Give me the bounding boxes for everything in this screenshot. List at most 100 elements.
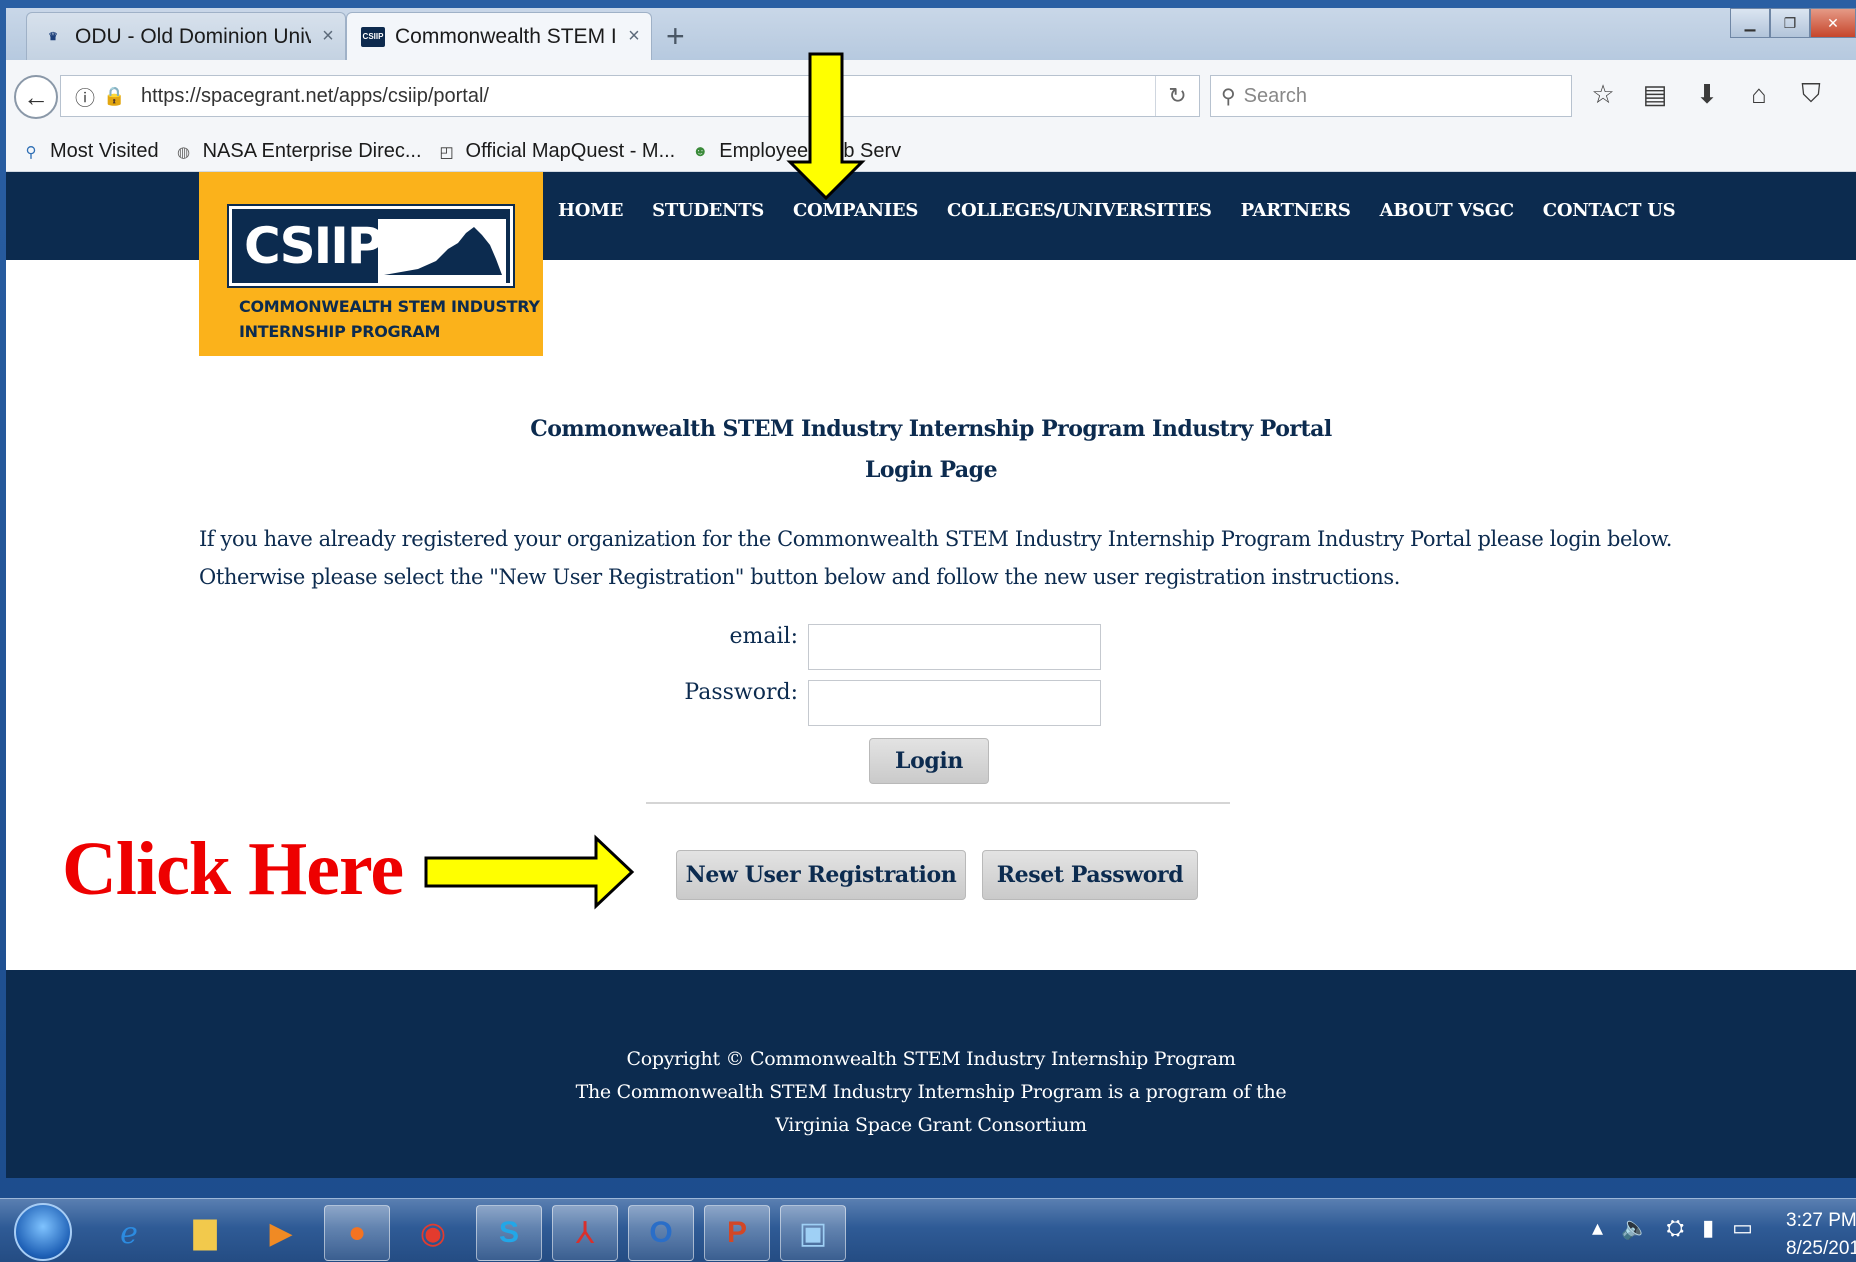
nav-students[interactable]: STUDENTS (652, 200, 764, 221)
nav-companies[interactable]: COMPANIES (793, 200, 918, 221)
tab-odu[interactable]: ♛ ODU - Old Dominion Univ... × (26, 12, 346, 60)
info-icon[interactable]: ⓘ (75, 82, 103, 111)
close-tab-icon[interactable]: × (311, 25, 345, 48)
logo-tagline: COMMONWEALTH STEM INDUSTRY INTERNSHIP PR… (239, 294, 540, 344)
divider (646, 802, 1230, 804)
browser-navbar: ← ⓘ 🔒 https://spacegrant.net/apps/csiip/… (6, 60, 1856, 132)
email-input[interactable] (809, 625, 1100, 669)
skype-icon[interactable]: S (476, 1205, 542, 1261)
minimize-icon[interactable]: ▁ (1730, 8, 1770, 38)
system-tray: ▴ 🔈 ⛭ ▮ ▭ (1592, 1215, 1753, 1241)
intro-line: If you have already registered your orga… (199, 527, 1672, 551)
people-icon: ☻ (692, 143, 709, 160)
reset-password-button[interactable]: Reset Password (982, 850, 1198, 900)
lock-icon: 🔒 (103, 85, 126, 106)
bookmarks-bar: ⚲ Most Visited ◍ NASA Enterprise Direc..… (6, 132, 1856, 172)
tab-csiip[interactable]: CSIIP Commonwealth STEM Ind... × (346, 12, 652, 60)
nav-about[interactable]: ABOUT VSGC (1380, 200, 1515, 221)
close-window-icon[interactable]: ✕ (1810, 8, 1856, 38)
chrome-icon[interactable]: ◉ (400, 1205, 466, 1261)
email-label: email: (729, 624, 798, 649)
reload-icon[interactable]: ↻ (1155, 76, 1199, 116)
home-icon[interactable]: ⌂ (1742, 74, 1776, 114)
power-icon[interactable]: ▮ (1702, 1215, 1714, 1241)
footer-copyright: Copyright © Commonwealth STEM Industry I… (626, 1048, 1236, 1070)
show-hidden-icons-icon[interactable]: ▴ (1592, 1215, 1603, 1241)
nav-partners[interactable]: PARTNERS (1241, 200, 1351, 221)
nav-home[interactable]: HOME (558, 200, 623, 221)
address-bar[interactable]: ⓘ 🔒 https://spacegrant.net/apps/csiip/po… (60, 75, 1200, 117)
most-visited-icon: ⚲ (25, 143, 37, 161)
internet-explorer-icon[interactable]: e (96, 1205, 162, 1261)
url-text[interactable]: https://spacegrant.net/apps/csiip/portal… (141, 85, 489, 108)
page-subtitle: Login Page (864, 457, 998, 483)
new-tab-button[interactable]: + (666, 18, 685, 55)
virginia-map-icon (378, 219, 506, 283)
click-here-annotation: Click Here (62, 827, 404, 911)
logo-tagline-line: COMMONWEALTH STEM INDUSTRY (239, 297, 540, 316)
email-field[interactable] (808, 624, 1101, 670)
bookmark-label: Most Visited (50, 140, 159, 162)
bookmark-label: Official MapQuest - M... (465, 140, 676, 162)
clock-time: 3:27 PM (1786, 1210, 1856, 1231)
password-label: Password: (684, 680, 798, 705)
right-arrow-annotation (424, 834, 635, 910)
search-icon: ⚲ (1221, 85, 1236, 108)
bookmark-nasa[interactable]: ◍ NASA Enterprise Direc... (173, 140, 422, 163)
windows-taskbar: e ▇ ▶ ● ◉ S ⅄ O P ▣ ▴ 🔈 ⛭ ▮ ▭ 3:27 PM 8/… (0, 1198, 1856, 1262)
powerpoint-icon[interactable]: P (704, 1205, 770, 1261)
map-icon: ◰ (439, 143, 454, 161)
tab-title: ODU - Old Dominion Univ... (75, 24, 311, 48)
taskbar-clock[interactable]: 3:27 PM 8/25/201 (1786, 1207, 1856, 1262)
main-nav: HOME STUDENTS COMPANIES COLLEGES/UNIVERS… (558, 200, 1704, 221)
restore-icon[interactable]: ❐ (1770, 8, 1810, 38)
bookmark-star-icon[interactable]: ☆ (1586, 74, 1620, 114)
start-button[interactable] (14, 1203, 72, 1261)
window-controls: ▁ ❐ ✕ (1730, 8, 1856, 38)
back-button[interactable]: ← (14, 75, 58, 119)
clock-date: 8/25/201 (1786, 1238, 1856, 1259)
nav-colleges[interactable]: COLLEGES/UNIVERSITIES (947, 200, 1212, 221)
site-footer: Copyright © Commonwealth STEM Industry I… (6, 970, 1856, 1178)
logo-tagline-line: INTERNSHIP PROGRAM (239, 322, 441, 341)
footer-program: The Commonwealth STEM Industry Internshi… (575, 1081, 1287, 1103)
new-user-registration-button[interactable]: New User Registration (676, 850, 966, 900)
footer-consortium: Virginia Space Grant Consortium (775, 1114, 1087, 1136)
web-page: HOME STUDENTS COMPANIES COLLEGES/UNIVERS… (6, 172, 1856, 1178)
portal-title: Commonwealth STEM Industry Internship Pr… (530, 416, 1332, 442)
outlook-icon[interactable]: O (628, 1205, 694, 1261)
nav-contact[interactable]: CONTACT US (1543, 200, 1676, 221)
close-tab-icon[interactable]: × (617, 25, 651, 48)
logo-mark: CSIIP (227, 204, 515, 288)
odu-favicon-icon: ♛ (48, 31, 58, 43)
search-input[interactable]: ⚲ Search (1210, 75, 1572, 117)
pocket-icon[interactable]: ⛉ (1794, 74, 1828, 114)
acrobat-icon[interactable]: ⅄ (552, 1205, 618, 1261)
bookmark-label: NASA Enterprise Direc... (202, 140, 422, 162)
password-input[interactable] (809, 681, 1100, 725)
login-button[interactable]: Login (869, 738, 989, 784)
intro-text: If you have already registered your orga… (199, 520, 1759, 596)
remote-desktop-icon[interactable]: ▣ (780, 1205, 846, 1261)
media-player-icon[interactable]: ▶ (248, 1205, 314, 1261)
logo-text: CSIIP (244, 217, 383, 275)
volume-icon[interactable]: 🔈 (1621, 1215, 1648, 1241)
intro-line: Otherwise please select the "New User Re… (199, 565, 1400, 589)
download-icon[interactable]: ⬇ (1690, 74, 1724, 114)
globe-icon: ◍ (177, 143, 191, 161)
firefox-icon[interactable]: ● (324, 1205, 390, 1261)
bookmark-most-visited[interactable]: ⚲ Most Visited (20, 140, 159, 163)
file-explorer-icon[interactable]: ▇ (172, 1205, 238, 1261)
tab-strip: ♛ ODU - Old Dominion Univ... × CSIIP Com… (6, 8, 1856, 60)
bookmark-mapquest[interactable]: ◰ Official MapQuest - M... (436, 140, 676, 163)
csiip-favicon-icon: CSIIP (361, 26, 385, 47)
toolbar-icons: ☆ ▤ ⬇ ⌂ ⛉ (1586, 74, 1828, 114)
password-field[interactable] (808, 680, 1101, 726)
action-center-icon[interactable]: ▭ (1732, 1215, 1753, 1241)
down-arrow-annotation (786, 52, 866, 201)
network-icon[interactable]: ⛭ (1666, 1215, 1684, 1241)
tab-title: Commonwealth STEM Ind... (395, 24, 617, 48)
site-logo[interactable]: CSIIP COMMONWEALTH STEM INDUSTRY INTERNS… (199, 172, 543, 356)
reading-list-icon[interactable]: ▤ (1638, 74, 1672, 114)
search-placeholder: Search (1243, 84, 1308, 107)
